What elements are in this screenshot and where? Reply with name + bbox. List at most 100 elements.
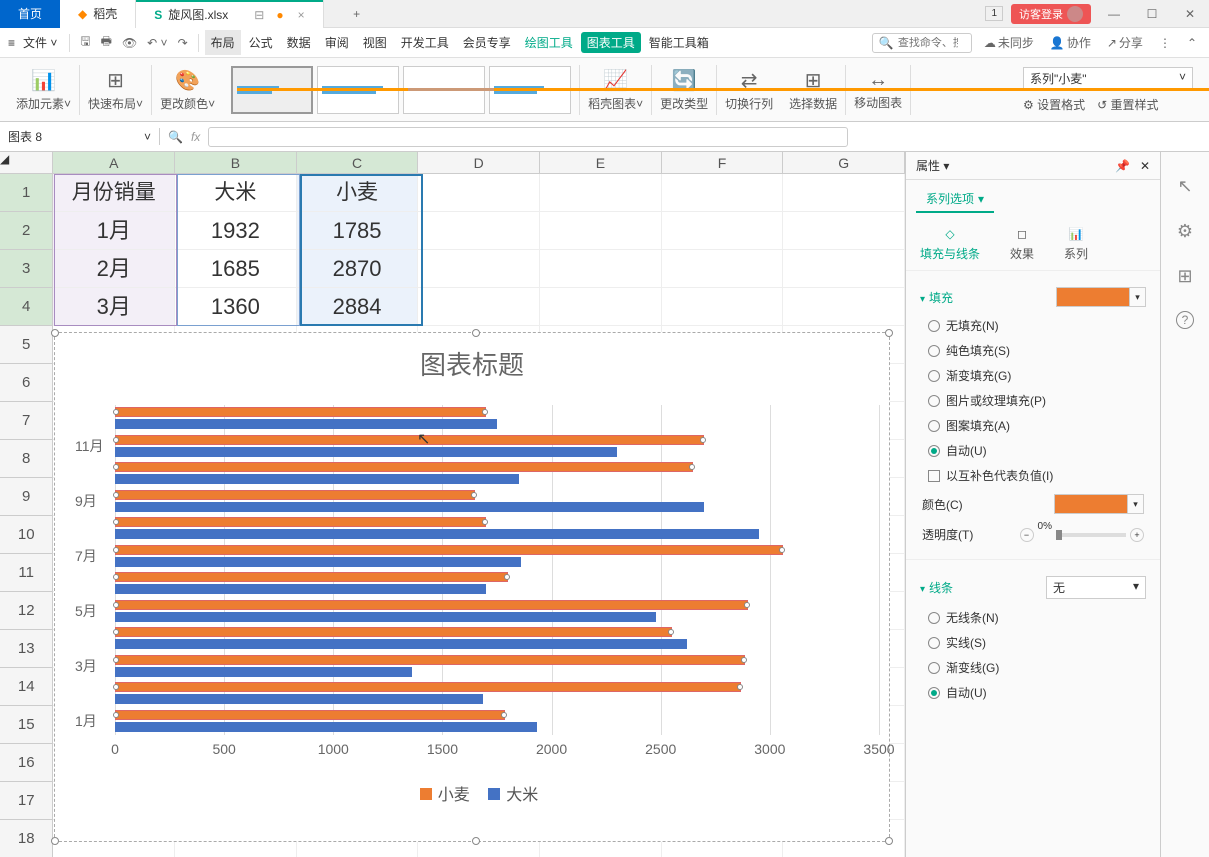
menu-drawtools[interactable]: 绘图工具: [519, 30, 579, 55]
radio-pattern-fill[interactable]: 图案填充(A): [920, 413, 1146, 438]
row-header[interactable]: 8: [0, 440, 53, 478]
preview-icon[interactable]: 👁: [118, 34, 141, 52]
menu-data[interactable]: 数据: [281, 30, 317, 55]
menu-formula[interactable]: 公式: [243, 30, 279, 55]
col-header-E[interactable]: E: [540, 152, 662, 173]
cell[interactable]: [540, 212, 662, 250]
tab-home[interactable]: 首页: [0, 0, 60, 28]
radio-auto-line[interactable]: 自动(U): [920, 680, 1146, 705]
row-header[interactable]: 4: [0, 288, 53, 326]
pin-icon[interactable]: 📌: [1115, 159, 1130, 173]
tab-series[interactable]: 📊系列: [1064, 227, 1088, 262]
tab-file[interactable]: S旋风图.xlsx⊟●×: [136, 0, 322, 28]
cell[interactable]: [662, 174, 784, 212]
cell[interactable]: 2870: [297, 250, 419, 288]
tab-fill-line[interactable]: ◇填充与线条: [920, 227, 980, 262]
cell[interactable]: 大米: [175, 174, 297, 212]
undo-icon[interactable]: ↶ ˅: [143, 34, 171, 52]
chart-title[interactable]: 图表标题: [55, 333, 889, 388]
menu-hamburger-icon[interactable]: ≡: [8, 36, 15, 50]
tab-series-options[interactable]: 系列选项 ▾: [916, 186, 994, 213]
close-panel-icon[interactable]: ✕: [1140, 159, 1150, 173]
menu-devtools[interactable]: 开发工具: [395, 30, 455, 55]
bar-wheat[interactable]: [115, 710, 505, 720]
cell[interactable]: 1932: [175, 212, 297, 250]
bar-rice[interactable]: [115, 667, 412, 677]
row-header[interactable]: 17: [0, 782, 53, 820]
series-selector[interactable]: 系列"小麦"˅: [1023, 67, 1193, 90]
radio-gradient-fill[interactable]: 渐变填充(G): [920, 363, 1146, 388]
sidebar-layout-icon[interactable]: ⊞: [1177, 266, 1192, 287]
line-type-select[interactable]: 无▾: [1046, 576, 1146, 599]
transparency-slider[interactable]: − 0% +: [1020, 528, 1144, 542]
style-preset-1[interactable]: [231, 66, 313, 114]
cell[interactable]: 小麦: [297, 174, 419, 212]
cell[interactable]: [418, 250, 540, 288]
worksheet[interactable]: ◢ A B C D E F G 1月份销量大米小麦21月1932178532月1…: [0, 152, 905, 857]
bar-wheat[interactable]: [115, 407, 486, 417]
bar-rice[interactable]: [115, 474, 519, 484]
menu-layout[interactable]: 布局: [205, 30, 241, 55]
menu-review[interactable]: 审阅: [319, 30, 355, 55]
bar-rice[interactable]: [115, 639, 687, 649]
redo-icon[interactable]: ↷: [174, 34, 192, 52]
bar-wheat[interactable]: [115, 572, 508, 582]
row-header[interactable]: 1: [0, 174, 53, 212]
bar-rice[interactable]: [115, 502, 704, 512]
namebox[interactable]: 图表 8˅: [0, 128, 160, 145]
bar-rice[interactable]: [115, 722, 537, 732]
bar-wheat[interactable]: [115, 655, 745, 665]
row-header[interactable]: 2: [0, 212, 53, 250]
row-header[interactable]: 7: [0, 402, 53, 440]
minimize-icon[interactable]: —: [1099, 2, 1129, 26]
cell[interactable]: [540, 174, 662, 212]
fill-color-swatch[interactable]: ▾: [1056, 287, 1146, 307]
row-header[interactable]: 13: [0, 630, 53, 668]
bar-rice[interactable]: [115, 529, 759, 539]
sidebar-cursor-icon[interactable]: ↖: [1177, 176, 1192, 197]
add-tab-icon[interactable]: +: [342, 7, 372, 21]
close-icon[interactable]: ✕: [1175, 2, 1205, 26]
menu-file[interactable]: 文件 ˅: [17, 30, 63, 55]
cell[interactable]: 1785: [297, 212, 419, 250]
tab-effect[interactable]: ◻效果: [1010, 227, 1034, 262]
zoom-icon[interactable]: 🔍: [168, 130, 183, 144]
close-tab-icon[interactable]: ×: [298, 8, 305, 22]
search-input[interactable]: [898, 37, 958, 49]
row-header[interactable]: 15: [0, 706, 53, 744]
collab-button[interactable]: 👤 协作: [1046, 32, 1095, 53]
bar-rice[interactable]: [115, 557, 521, 567]
menu-view[interactable]: 视图: [357, 30, 393, 55]
row-header[interactable]: 5: [0, 326, 53, 364]
radio-picture-fill[interactable]: 图片或纹理填充(P): [920, 388, 1146, 413]
col-header-D[interactable]: D: [418, 152, 540, 173]
bar-rice[interactable]: [115, 419, 497, 429]
row-header[interactable]: 3: [0, 250, 53, 288]
cell[interactable]: 1685: [175, 250, 297, 288]
color-picker[interactable]: ▾: [1054, 494, 1144, 514]
row-header[interactable]: 14: [0, 668, 53, 706]
cell[interactable]: [783, 250, 905, 288]
col-header-B[interactable]: B: [175, 152, 297, 173]
chart-legend[interactable]: 小麦 大米: [55, 781, 889, 805]
cell[interactable]: [418, 288, 540, 326]
bar-rice[interactable]: [115, 612, 656, 622]
row-header[interactable]: 6: [0, 364, 53, 402]
cell[interactable]: [662, 212, 784, 250]
formula-input[interactable]: [208, 127, 848, 147]
share-button[interactable]: ↗ 分享: [1103, 32, 1147, 53]
cell[interactable]: 3月: [53, 288, 175, 326]
more-icon[interactable]: ⋮: [1155, 34, 1175, 52]
cell[interactable]: [540, 250, 662, 288]
collapse-ribbon-icon[interactable]: ⌃: [1183, 34, 1201, 52]
radio-auto-fill[interactable]: 自动(U): [920, 438, 1146, 463]
bar-rice[interactable]: [115, 694, 483, 704]
bar-wheat[interactable]: [115, 600, 748, 610]
bar-wheat[interactable]: [115, 435, 704, 445]
tab-daoqiao[interactable]: ◆稻壳: [60, 0, 136, 28]
change-color-button[interactable]: 🎨更改颜色˅: [152, 68, 223, 112]
window-count[interactable]: 1: [985, 6, 1003, 21]
bar-wheat[interactable]: [115, 462, 693, 472]
print-icon[interactable]: 🖶: [97, 30, 116, 55]
col-header-A[interactable]: A: [53, 152, 175, 173]
